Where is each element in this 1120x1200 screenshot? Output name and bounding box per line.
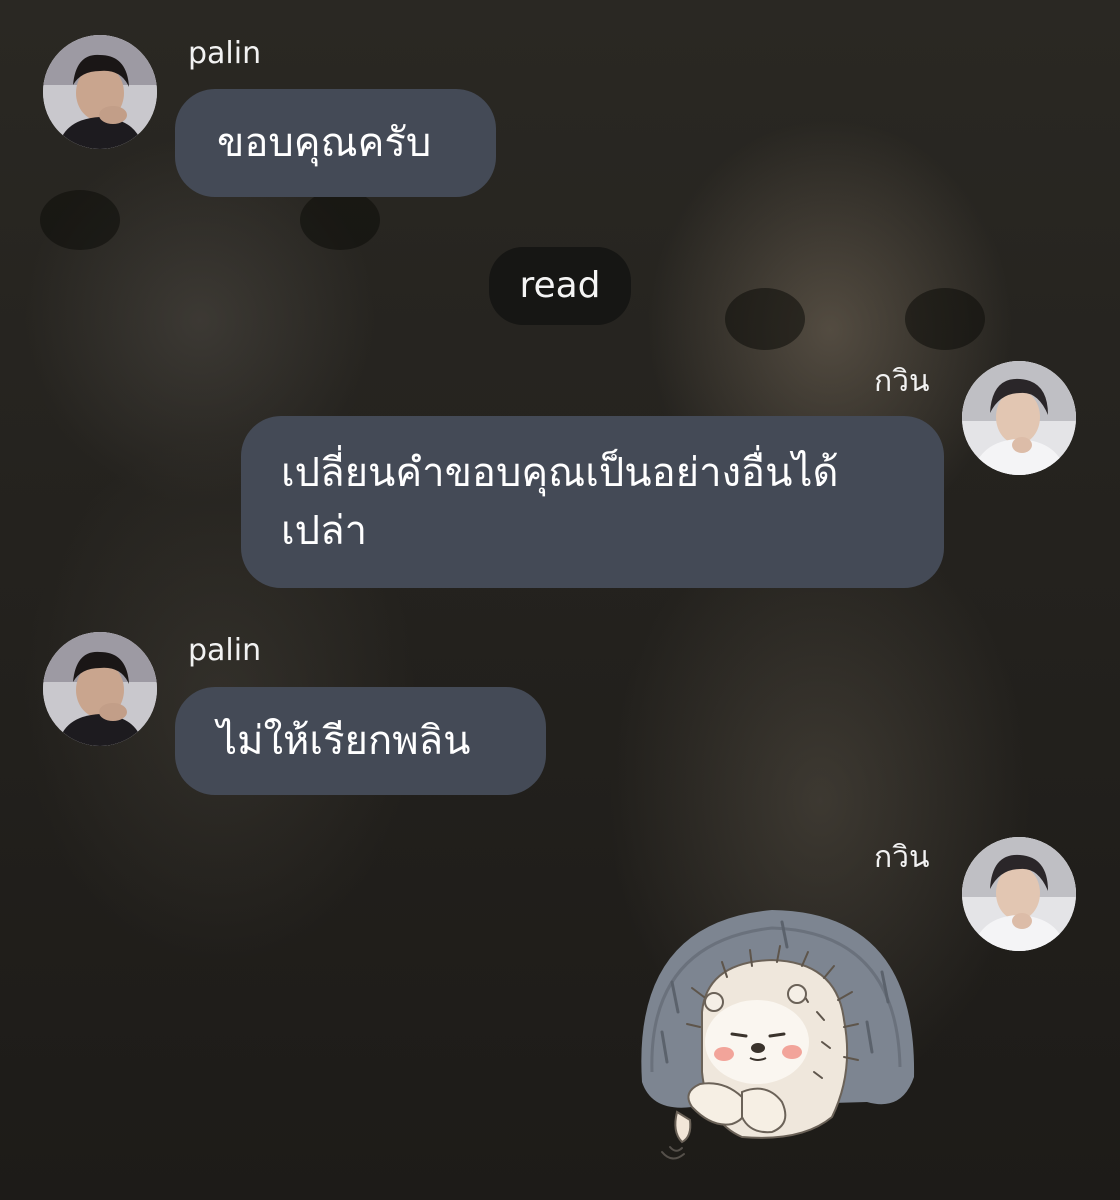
message-bubble[interactable]: เปลี่ยนคำขอบคุณเป็นอย่างอื่นได้เปล่า	[241, 416, 944, 588]
sender-name-kawin: กวิน	[874, 840, 930, 875]
message-text: ขอบคุณครับ	[217, 120, 432, 166]
message-bubble[interactable]: ไม่ให้เรียกพลิน	[175, 687, 546, 795]
read-label: read	[519, 265, 601, 306]
sender-name-palin: palin	[188, 36, 262, 71]
kawin-avatar[interactable]	[962, 361, 1076, 475]
palin-avatar[interactable]	[43, 35, 157, 149]
palin-avatar[interactable]	[43, 632, 157, 746]
kawin-avatar[interactable]	[962, 837, 1076, 951]
message-bubble[interactable]: ขอบคุณครับ	[175, 89, 496, 197]
hedgehog-sticker-icon[interactable]	[632, 902, 922, 1174]
message-text: ไม่ให้เรียกพลิน	[217, 718, 471, 764]
sender-name-palin: palin	[188, 633, 262, 668]
read-receipt: read	[489, 247, 631, 325]
sender-name-kawin: กวิน	[874, 364, 930, 399]
chat-background	[0, 0, 1120, 1200]
message-text: เปลี่ยนคำขอบคุณเป็นอย่างอื่นได้เปล่า	[281, 450, 839, 554]
